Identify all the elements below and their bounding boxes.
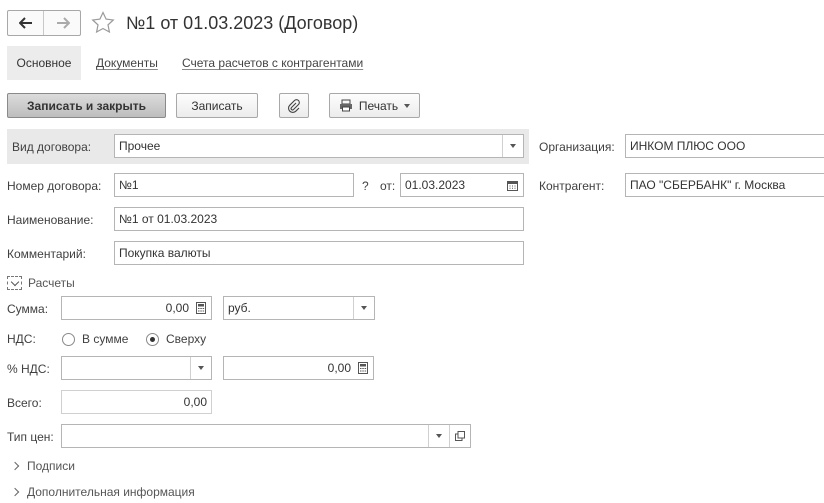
forward-button[interactable] — [45, 11, 81, 35]
vat-on-top-radio[interactable] — [146, 332, 159, 346]
comment-label: Комментарий: — [7, 247, 86, 261]
chevron-down-icon — [361, 306, 367, 310]
chevron-down-icon — [404, 103, 411, 108]
calendar-button[interactable] — [502, 174, 523, 196]
print-button[interactable]: Печать — [329, 93, 420, 118]
vat-rate-select[interactable] — [61, 356, 212, 380]
signatures-section-toggle[interactable]: Подписи — [10, 459, 75, 473]
tab-main[interactable]: Основное — [7, 46, 81, 80]
vat-option-in-amount[interactable]: В сумме — [62, 332, 128, 346]
comment-value: Покупка валюты — [119, 246, 211, 260]
contract-type-select[interactable]: Прочее — [114, 134, 524, 158]
favorite-star-button[interactable] — [91, 11, 115, 37]
calendar-icon — [507, 180, 518, 191]
settlements-section-label: Расчеты — [28, 276, 75, 290]
chevron-right-icon — [10, 461, 20, 471]
chevron-down-icon — [510, 144, 516, 148]
contract-type-label: Вид договора: — [12, 140, 92, 154]
organization-value: ИНКОМ ПЛЮС ООО — [630, 139, 746, 153]
price-type-label: Тип цен: — [7, 430, 54, 444]
chevron-down-icon — [436, 434, 442, 438]
total-field: 0,00 — [61, 390, 212, 414]
organization-field[interactable]: ИНКОМ ПЛЮС ООО — [625, 134, 824, 158]
calculator-icon — [357, 362, 368, 374]
chevron-down-icon — [198, 366, 204, 370]
counterparty-value: ПАО "СБЕРБАНК" г. Москва — [630, 178, 786, 192]
chevron-down-icon — [7, 276, 22, 290]
open-window-icon — [455, 431, 465, 441]
arrow-left-icon — [18, 17, 32, 29]
open-price-type-button[interactable] — [449, 425, 470, 447]
additional-info-section-toggle[interactable]: Дополнительная информация — [10, 485, 195, 499]
vat-option-in-amount-label: В сумме — [82, 332, 129, 346]
counterparty-field[interactable]: ПАО "СБЕРБАНК" г. Москва — [625, 173, 824, 197]
vat-amount-field[interactable]: 0,00 — [223, 356, 374, 380]
chevron-right-icon — [10, 487, 20, 497]
name-field[interactable]: №1 от 01.03.2023 — [114, 207, 524, 231]
calculator-icon — [195, 302, 206, 314]
save-button[interactable]: Записать — [176, 93, 258, 118]
amount-field[interactable]: 0,00 — [61, 296, 212, 320]
signatures-section-label: Подписи — [27, 459, 75, 473]
star-icon — [91, 11, 115, 34]
settlements-section-toggle[interactable]: Расчеты — [7, 276, 75, 290]
arrow-right-icon — [57, 17, 70, 29]
calculator-button[interactable] — [190, 297, 211, 319]
amount-label: Сумма: — [7, 302, 49, 316]
vat-option-on-top-label: Сверху — [166, 332, 207, 346]
print-button-label: Печать — [358, 98, 399, 113]
paperclip-icon — [288, 98, 300, 113]
amount-value: 0,00 — [165, 301, 189, 315]
price-type-dropdown-button[interactable] — [428, 425, 449, 447]
contract-number-field[interactable]: №1 — [114, 173, 354, 197]
printer-icon — [339, 99, 352, 112]
contract-type-value: Прочее — [119, 139, 161, 153]
help-question-mark[interactable]: ? — [362, 179, 369, 193]
save-and-close-button[interactable]: Записать и закрыть — [7, 93, 166, 118]
vat-amount-value: 0,00 — [327, 361, 351, 375]
currency-select[interactable]: руб. — [223, 296, 375, 320]
additional-info-section-label: Дополнительная информация — [27, 485, 195, 499]
tab-settlement-accounts[interactable]: Счета расчетов с контрагентами — [182, 46, 363, 80]
vat-rate-label: % НДС: — [7, 362, 50, 376]
counterparty-label: Контрагент: — [539, 179, 605, 193]
vat-option-on-top[interactable]: Сверху — [146, 332, 206, 346]
total-value: 0,00 — [183, 395, 207, 409]
contract-date-field[interactable]: 01.03.2023 — [400, 173, 524, 197]
vat-rate-dropdown-button[interactable] — [190, 357, 211, 379]
currency-dropdown-button[interactable] — [353, 297, 374, 319]
back-button[interactable] — [8, 11, 44, 35]
name-label: Наименование: — [7, 213, 94, 227]
total-label: Всего: — [7, 396, 42, 410]
contract-number-label: Номер договора: — [7, 179, 102, 193]
navigation-buttons — [7, 10, 81, 36]
vat-label: НДС: — [7, 332, 36, 346]
organization-label: Организация: — [539, 140, 615, 154]
contract-number-value: №1 — [119, 178, 139, 192]
comment-field[interactable]: Покупка валюты — [114, 241, 524, 265]
name-value: №1 от 01.03.2023 — [119, 212, 218, 226]
price-type-select[interactable] — [61, 424, 471, 448]
contract-type-dropdown-button[interactable] — [502, 135, 523, 157]
page-title: №1 от 01.03.2023 (Договор) — [126, 13, 359, 33]
calculator-button[interactable] — [352, 357, 373, 379]
tab-documents[interactable]: Документы — [96, 46, 158, 80]
currency-value: руб. — [228, 301, 251, 315]
attach-button[interactable] — [279, 93, 309, 118]
vat-in-amount-radio[interactable] — [62, 332, 75, 346]
date-from-label: от: — [380, 179, 396, 193]
